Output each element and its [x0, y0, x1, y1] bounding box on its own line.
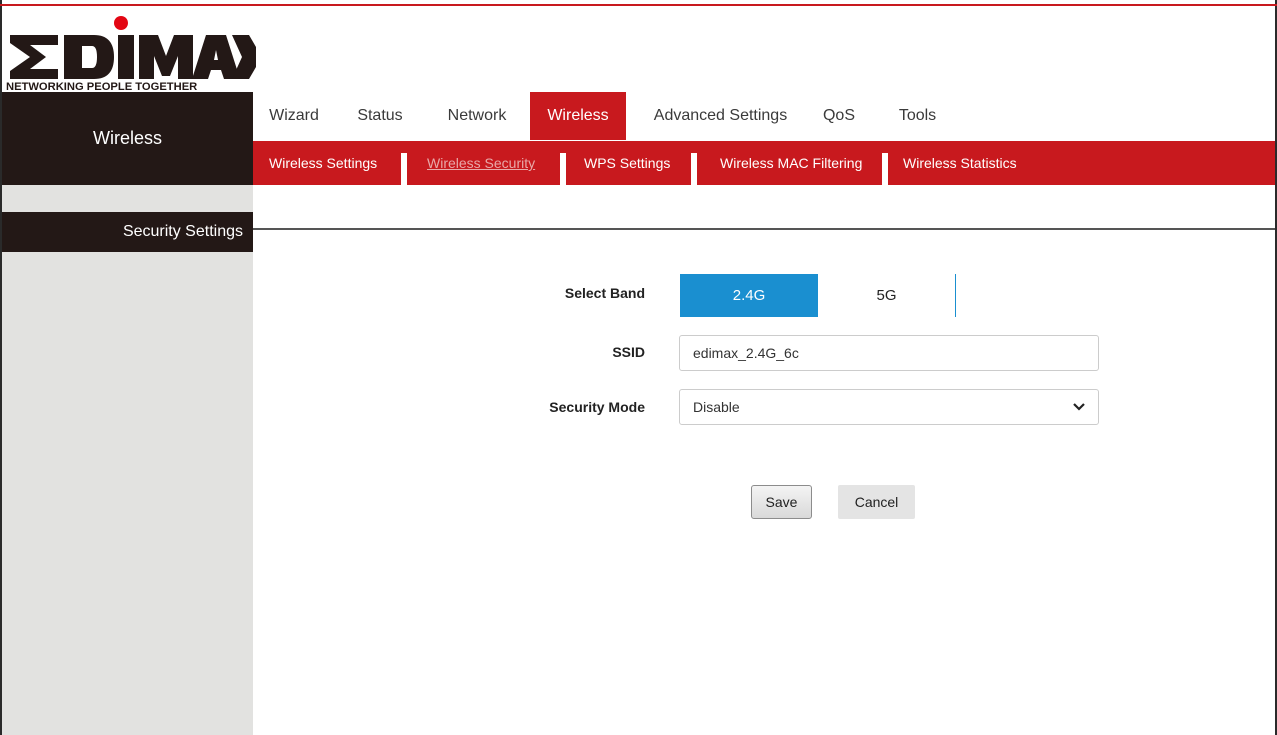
tab-qos[interactable]: QoS — [818, 92, 860, 140]
sidebar — [2, 185, 253, 735]
ssid-value: edimax_2.4G_6c — [693, 345, 799, 361]
subtab-wps-settings[interactable]: WPS Settings — [584, 141, 670, 185]
section-title-box: Wireless — [2, 92, 253, 185]
tab-tools[interactable]: Tools — [889, 92, 946, 140]
security-mode-label: Security Mode — [549, 399, 645, 415]
subtab-wireless-statistics[interactable]: Wireless Statistics — [903, 141, 1017, 185]
tab-status[interactable]: Status — [349, 92, 411, 140]
section-title: Wireless — [92, 128, 162, 148]
subtab-separator — [882, 153, 888, 185]
security-mode-value: Disable — [693, 399, 740, 415]
chevron-down-icon — [1073, 403, 1085, 411]
tab-wireless[interactable]: Wireless — [530, 92, 626, 140]
subtab-wireless-settings[interactable]: Wireless Settings — [269, 141, 377, 185]
top-rule — [0, 4, 1277, 6]
band-2-4g-button[interactable]: 2.4G — [680, 274, 818, 317]
security-mode-select[interactable]: Disable — [679, 389, 1099, 425]
subtab-wireless-mac-filtering[interactable]: Wireless MAC Filtering — [720, 141, 862, 185]
sub-nav: Wireless Settings Wireless Security WPS … — [253, 141, 1275, 185]
save-button[interactable]: Save — [751, 485, 812, 519]
edimax-logo: NETWORKING PEOPLE TOGETHER — [6, 12, 256, 92]
band-5g-button[interactable]: 5G — [818, 274, 956, 317]
tab-network[interactable]: Network — [436, 92, 518, 140]
tab-wizard[interactable]: Wizard — [263, 92, 325, 140]
sidebar-item-security-settings[interactable]: Security Settings — [2, 212, 253, 252]
logo-tagline: NETWORKING PEOPLE TOGETHER — [6, 81, 197, 92]
cancel-button[interactable]: Cancel — [838, 485, 915, 519]
main-nav: Wizard Status Network Wireless Advanced … — [253, 92, 1275, 140]
select-band-label: Select Band — [564, 285, 645, 301]
subtab-separator — [401, 153, 407, 185]
subtab-separator — [691, 153, 697, 185]
tab-advanced-settings[interactable]: Advanced Settings — [643, 92, 798, 140]
ssid-label: SSID — [612, 344, 645, 360]
content-divider — [253, 228, 1275, 230]
ssid-input[interactable]: edimax_2.4G_6c — [679, 335, 1099, 371]
subtab-separator — [560, 153, 566, 185]
band-selector: 2.4G 5G — [680, 274, 956, 317]
sidebar-item-label: Security Settings — [122, 223, 243, 240]
subtab-wireless-security[interactable]: Wireless Security — [427, 141, 535, 185]
